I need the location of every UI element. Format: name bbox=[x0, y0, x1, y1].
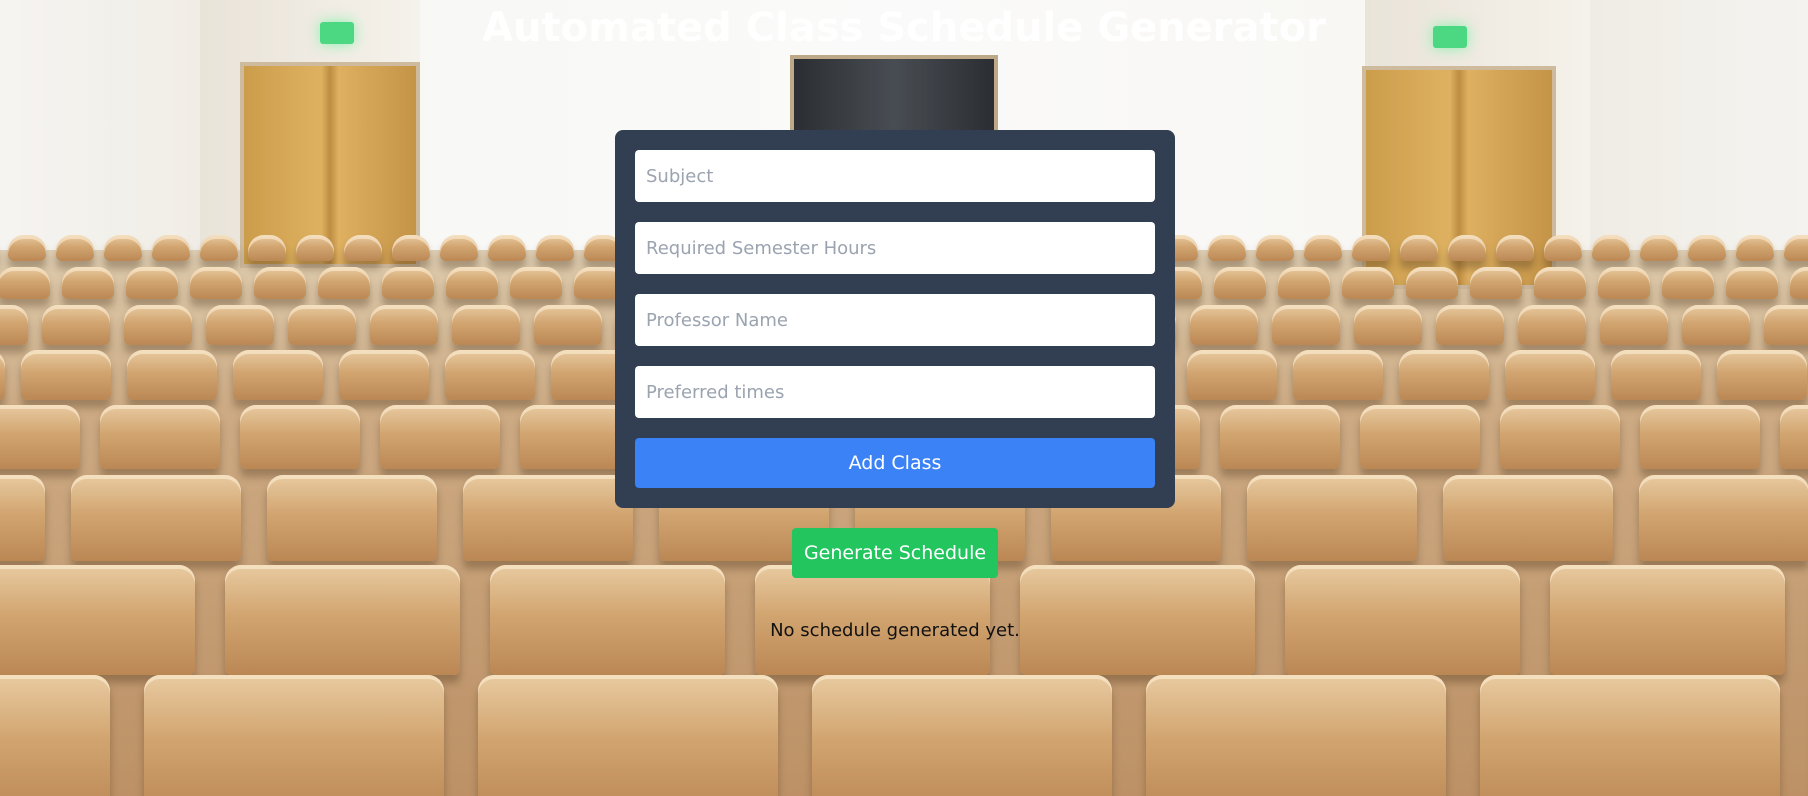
class-form-card: Add Class bbox=[615, 130, 1175, 508]
add-class-button[interactable]: Add Class bbox=[635, 438, 1155, 488]
schedule-status-text: No schedule generated yet. bbox=[770, 620, 1020, 641]
semester-hours-input[interactable] bbox=[635, 222, 1155, 274]
generate-schedule-button[interactable]: Generate Schedule bbox=[792, 528, 998, 578]
subject-input[interactable] bbox=[635, 150, 1155, 202]
professor-name-input[interactable] bbox=[635, 294, 1155, 346]
page-title: Automated Class Schedule Generator bbox=[482, 5, 1326, 51]
preferred-times-input[interactable] bbox=[635, 366, 1155, 418]
